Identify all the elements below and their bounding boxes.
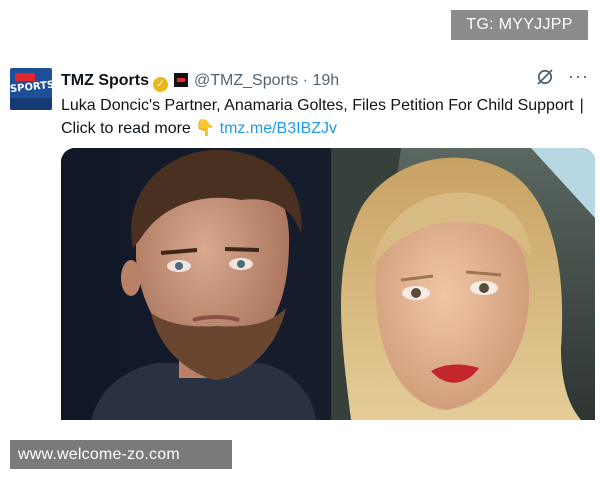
tmz-affiliate-icon[interactable] <box>174 73 188 87</box>
verified-badge-icon: ✓ <box>153 77 168 92</box>
tweet-media-image[interactable] <box>61 148 595 420</box>
media-photo <box>61 148 595 420</box>
pointing-down-icon: 👇 <box>195 120 216 137</box>
watermark-top: TG: MYYJJPP <box>451 10 588 40</box>
watermark-bottom: www.welcome-zo.com <box>10 440 232 469</box>
avatar-stripe <box>10 98 52 110</box>
avatar[interactable]: SPORTS <box>10 68 52 110</box>
grok-icon[interactable] <box>536 68 554 86</box>
tweet-text: Luka Doncic's Partner, Anamaria Goltes, … <box>61 94 586 140</box>
tweet-header: TMZ Sports ✓ @TMZ_Sports · 19h <box>61 70 591 92</box>
handle-text: @TMZ_Sports <box>194 72 299 89</box>
headline-text: Luka Doncic's Partner, Anamaria Goltes, … <box>61 97 574 114</box>
tweet-link[interactable]: tmz.me/B3IBZJv <box>220 120 337 137</box>
author-handle[interactable]: @TMZ_Sports · 19h <box>194 72 339 89</box>
separator: · <box>302 72 309 89</box>
author-name[interactable]: TMZ Sports <box>61 72 149 89</box>
timestamp: 19h <box>312 72 340 89</box>
more-options-icon[interactable]: ··· <box>568 66 589 86</box>
tmz-logo-icon <box>15 73 35 81</box>
cta-text: Click to read more <box>61 120 191 137</box>
avatar-text: SPORTS <box>10 79 52 96</box>
text-cursor: | <box>579 97 584 114</box>
